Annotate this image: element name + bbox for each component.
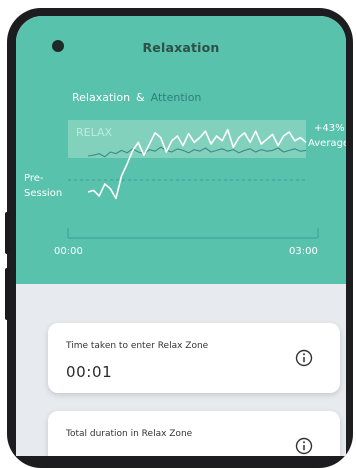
app-screen: Relaxation Relaxation & Attention RELAX Pr… bbox=[16, 16, 346, 456]
card-label: Total duration in Relax Zone bbox=[66, 429, 193, 439]
x-end-label: 03:00 bbox=[289, 246, 318, 257]
pre-session-label-1: Pre- bbox=[24, 173, 44, 184]
card-value: 00:01 bbox=[66, 363, 113, 381]
card-label: Time taken to enter Relax Zone bbox=[66, 341, 209, 351]
change-value: +43% bbox=[314, 123, 345, 134]
volume-button bbox=[5, 212, 10, 254]
pre-session-label-2: Session bbox=[24, 188, 62, 199]
relax-zone-duration-card[interactable]: Total duration in Relax Zone bbox=[48, 411, 340, 456]
change-label: Average bbox=[308, 138, 346, 149]
x-start-label: 00:00 bbox=[54, 246, 83, 257]
relax-zone-entry-card[interactable]: Time taken to enter Relax Zone 00:01 bbox=[48, 323, 340, 393]
info-icon[interactable] bbox=[295, 349, 313, 367]
info-icon[interactable] bbox=[295, 437, 313, 455]
zone-label: RELAX bbox=[76, 126, 112, 139]
session-chart: RELAX Pre- Session +43% Average 00:00 03… bbox=[24, 120, 346, 257]
power-button bbox=[5, 268, 10, 320]
